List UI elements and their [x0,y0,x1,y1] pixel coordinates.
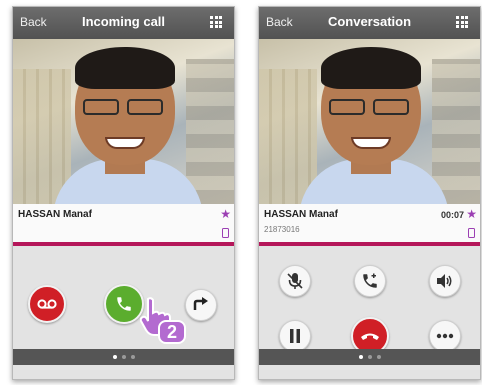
add-call-icon [363,273,377,288]
dialpad-grid-icon[interactable] [456,16,468,28]
call-duration: 00:07 [440,210,464,220]
speaker-button[interactable] [429,265,461,297]
call-actions [259,246,480,365]
phone-handset-icon [117,297,131,311]
caller-info-bar: HASSAN Manaf 21873016 00:07 ★ [259,204,480,242]
add-call-button[interactable] [354,265,386,297]
forward-arrow-icon [193,297,208,310]
page-dot [122,355,126,359]
conversation-screen: Back Conversation HASSAN Manaf 21873016 … [258,6,481,380]
favorite-star-icon[interactable]: ★ [220,207,231,221]
mic-off-icon [287,273,303,289]
call-actions [13,246,234,365]
mute-button[interactable] [279,265,311,297]
caller-photo [13,39,234,204]
page-indicator-bar [13,349,234,365]
caller-photo [259,39,480,204]
speaker-icon [437,274,452,288]
caller-name: HASSAN Manaf [18,209,92,220]
caller-name: HASSAN Manaf [264,209,338,220]
caller-number: 21873016 [264,225,300,234]
page-dot [368,355,372,359]
page-dot [359,355,363,359]
forward-call-button[interactable] [185,289,217,321]
mobile-phone-icon [468,228,475,238]
top-bar: Back Incoming call [13,7,234,39]
page-dot [377,355,381,359]
voicemail-button[interactable] [28,285,66,323]
hang-up-icon [361,333,379,340]
voicemail-icon [37,299,57,309]
screen-title: Conversation [327,14,412,29]
page-dot [113,355,117,359]
tap-annotation: 2 [139,297,188,347]
hold-button[interactable] [279,320,311,352]
pause-icon [290,329,300,343]
mobile-phone-icon [222,228,229,238]
favorite-star-icon[interactable]: ★ [466,207,477,221]
caller-info-bar: HASSAN Manaf ★ [13,204,234,242]
dialpad-grid-icon[interactable] [210,16,222,28]
top-bar: Back Conversation [259,7,480,39]
page-dot [131,355,135,359]
more-button[interactable] [429,320,461,352]
answer-button[interactable] [104,284,144,324]
step-number-badge: 2 [158,320,186,344]
screen-title: Incoming call [81,14,166,29]
more-dots-icon [436,333,454,339]
page-indicator-bar [259,349,480,365]
incoming-call-screen: Back Incoming call HASSAN Manaf ★ [12,6,235,380]
